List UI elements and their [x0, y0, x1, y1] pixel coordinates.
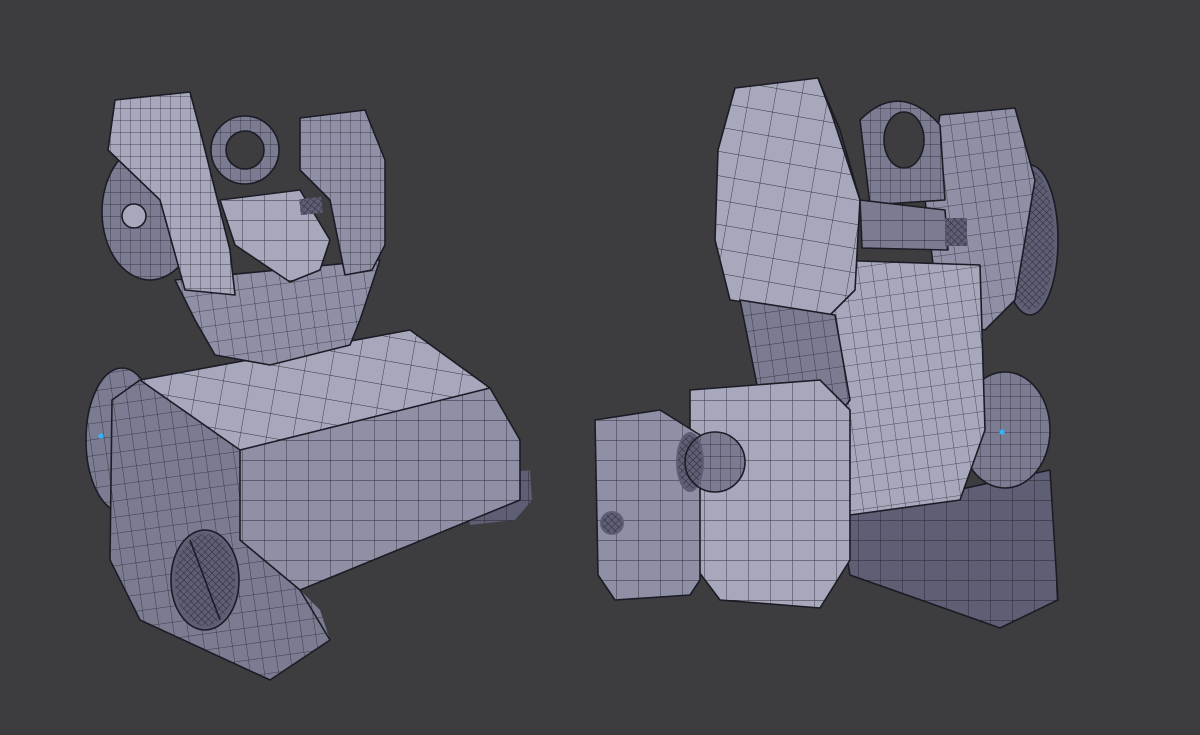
vertex-marker-icon [999, 429, 1005, 435]
aperture-ring [859, 100, 946, 206]
3d-viewport[interactable] [0, 0, 1200, 735]
viewport-canvas[interactable] [0, 0, 1200, 735]
vertex-marker-icon [98, 433, 104, 439]
sight-stem [829, 259, 986, 516]
aperture-ring [210, 115, 280, 185]
front-block [689, 379, 851, 609]
windage-knob [676, 431, 746, 493]
knurled-adjuster [170, 529, 240, 631]
